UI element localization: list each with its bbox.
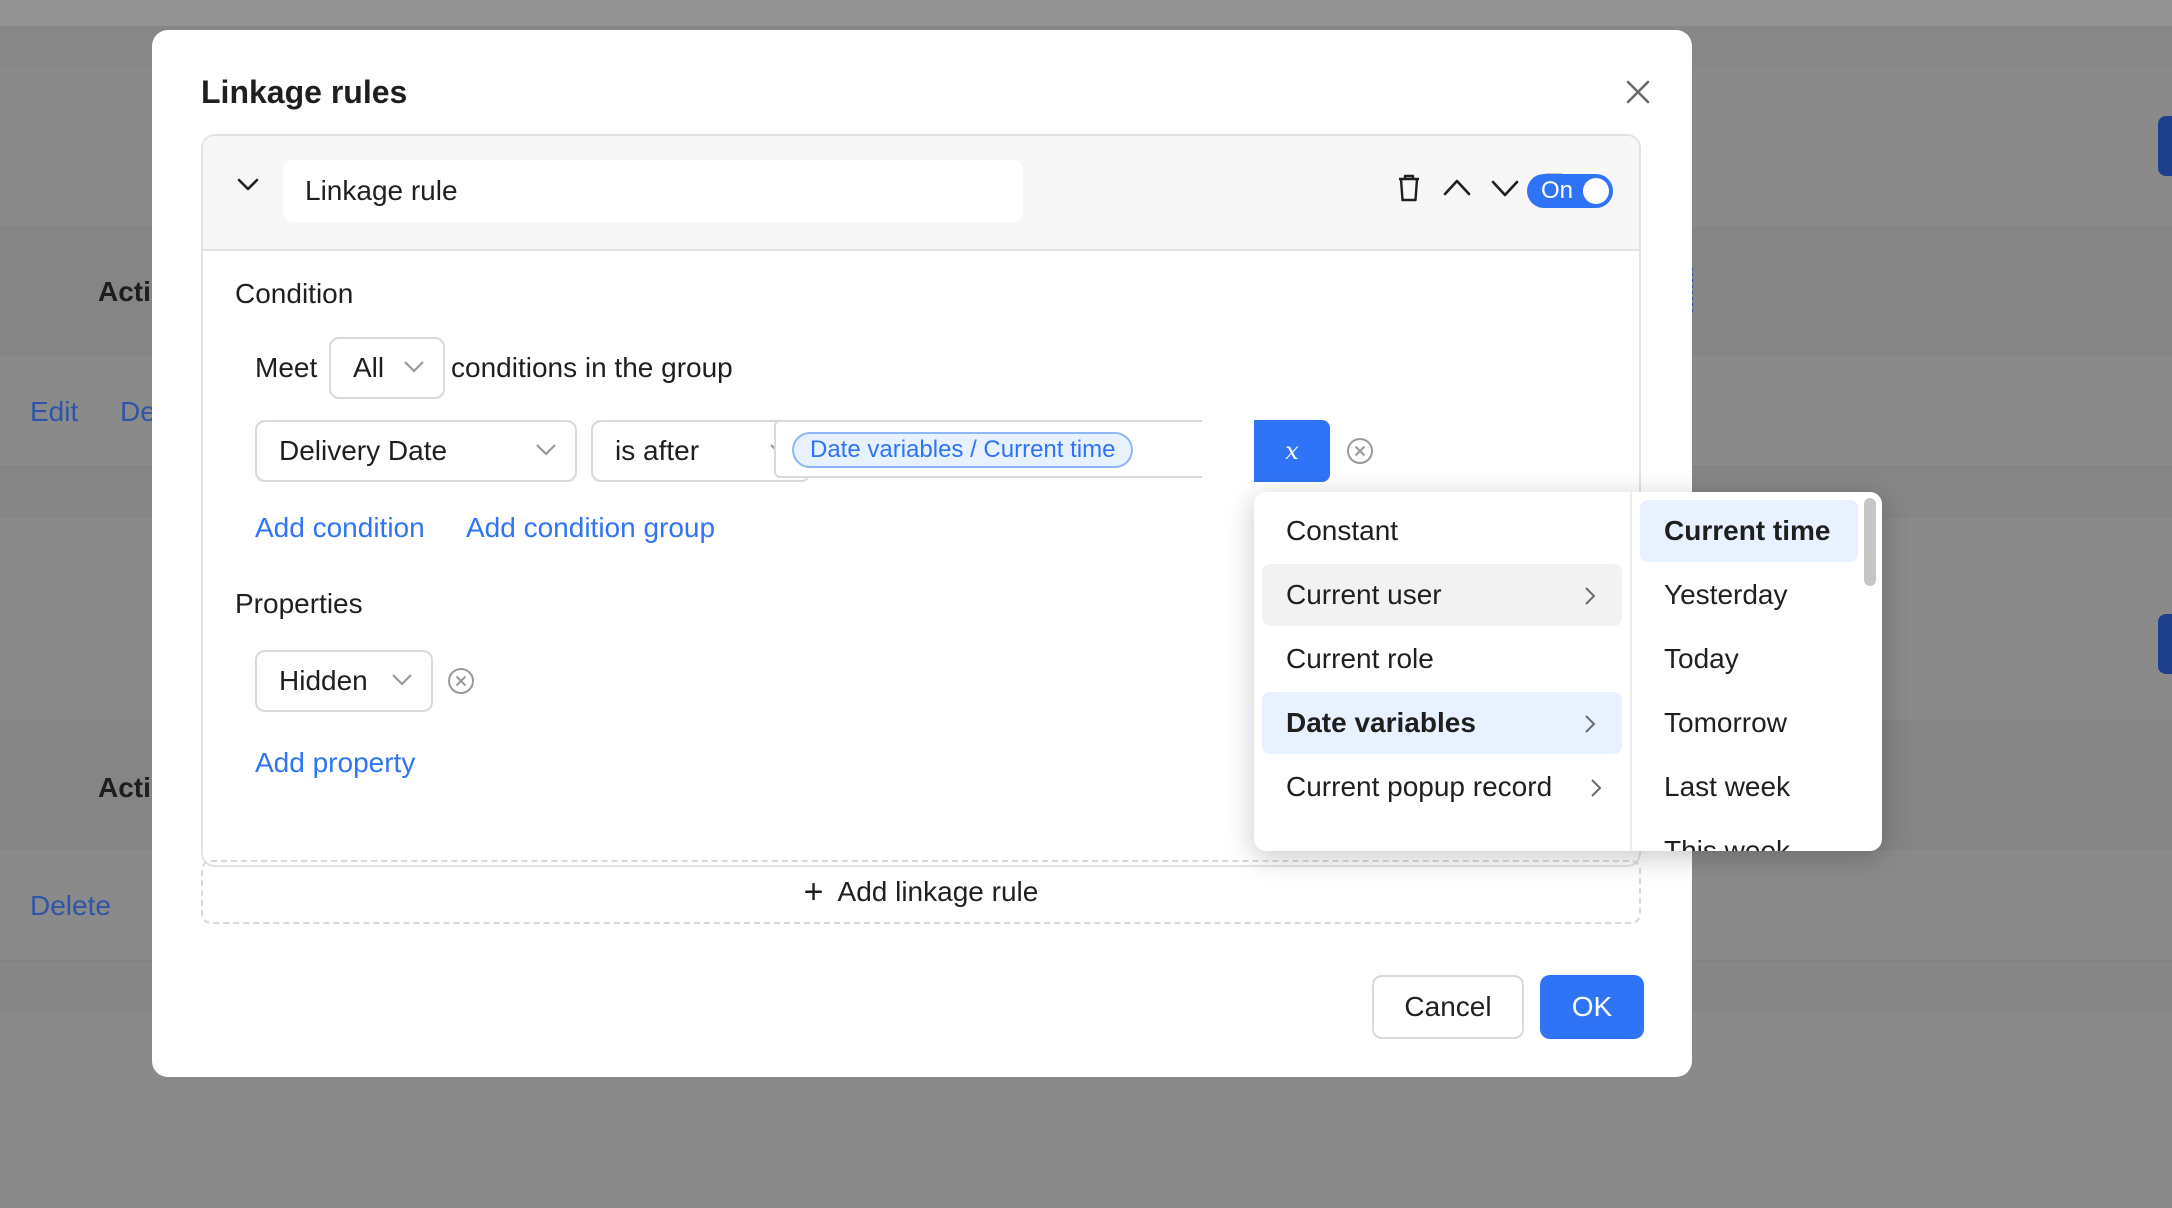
- cascader-column-2: Current time Yesterday Today Tomorrow La…: [1632, 492, 1882, 851]
- add-property-link[interactable]: Add property: [255, 747, 415, 779]
- toggle-knob: [1583, 178, 1609, 204]
- bg-primary-button-2[interactable]: [2158, 614, 2172, 674]
- option-label: Current user: [1286, 579, 1442, 610]
- meet-logic-select[interactable]: All: [329, 337, 445, 399]
- cascader-option-current-user[interactable]: Current user: [1262, 564, 1622, 626]
- operator-value: is after: [615, 435, 700, 466]
- cascader-column-1: Constant Current user Current role Date …: [1254, 492, 1632, 851]
- chevron-right-icon: [1585, 587, 1596, 605]
- bg-section2-header: Acti: [98, 772, 151, 803]
- chevron-down-icon[interactable]: [233, 170, 263, 200]
- condition-label: Condition: [235, 278, 354, 309]
- meet-prefix: Meet: [255, 352, 318, 383]
- chevron-down-icon: [404, 361, 424, 373]
- cascader-option-this-week[interactable]: This week: [1640, 820, 1858, 851]
- properties-label: Properties: [235, 588, 363, 619]
- cascader-option-yesterday[interactable]: Yesterday: [1640, 564, 1858, 626]
- bg-primary-button-1[interactable]: [2158, 116, 2172, 176]
- rule-name-input[interactable]: Linkage rule: [283, 160, 1023, 222]
- chevron-down-icon: [536, 444, 556, 456]
- cascader-option-constant[interactable]: Constant: [1262, 500, 1622, 562]
- add-condition-group-link[interactable]: Add condition group: [466, 512, 715, 544]
- rule-header: Linkage rule On: [203, 136, 1639, 251]
- option-label: Current popup record: [1286, 771, 1553, 802]
- variable-cascader: Constant Current user Current role Date …: [1254, 492, 1882, 851]
- variable-tag[interactable]: Date variables / Current time: [792, 432, 1134, 468]
- plus-icon: +: [803, 873, 824, 911]
- bg-section1-header: Acti: [98, 276, 151, 307]
- toggle-label: On: [1541, 177, 1574, 204]
- chevron-right-icon: [1591, 779, 1602, 797]
- add-condition-link[interactable]: Add condition: [255, 512, 425, 544]
- bg-topbar: [0, 0, 2172, 26]
- option-label: Constant: [1286, 515, 1399, 546]
- bg-delete-link-1[interactable]: De: [120, 396, 156, 428]
- cascader-scrollbar[interactable]: [1864, 498, 1876, 586]
- variable-picker-button[interactable]: x: [1254, 420, 1330, 482]
- meet-suffix: conditions in the group: [451, 352, 733, 383]
- condition-value-input[interactable]: Date variables / Current time: [774, 420, 1202, 478]
- move-down-icon[interactable]: [1487, 170, 1523, 206]
- rule-enabled-toggle[interactable]: On: [1527, 174, 1613, 208]
- delete-icon[interactable]: [1391, 170, 1427, 206]
- field-value: Delivery Date: [279, 435, 448, 466]
- meet-logic-value: All: [353, 352, 385, 383]
- cascader-option-current-time[interactable]: Current time: [1640, 500, 1858, 562]
- option-label: Date variables: [1286, 707, 1476, 738]
- property-select[interactable]: Hidden: [255, 650, 433, 712]
- remove-property-icon[interactable]: [446, 666, 476, 696]
- chevron-right-icon: [1585, 715, 1596, 733]
- remove-condition-icon[interactable]: [1345, 436, 1375, 466]
- option-label: Current role: [1286, 643, 1434, 674]
- field-select[interactable]: Delivery Date: [255, 420, 577, 482]
- ok-button[interactable]: OK: [1540, 975, 1644, 1039]
- add-linkage-rule-label: Add linkage rule: [837, 876, 1039, 907]
- close-icon[interactable]: [1618, 72, 1658, 112]
- move-up-icon[interactable]: [1439, 170, 1475, 206]
- cascader-option-today[interactable]: Today: [1640, 628, 1858, 690]
- cancel-button[interactable]: Cancel: [1372, 975, 1524, 1039]
- bg-delete-link-2[interactable]: Delete: [30, 890, 111, 922]
- property-value: Hidden: [279, 665, 368, 696]
- cascader-option-tomorrow[interactable]: Tomorrow: [1640, 692, 1858, 754]
- modal-title: Linkage rules: [201, 74, 408, 110]
- bg-edit-link[interactable]: Edit: [30, 396, 78, 428]
- cascader-option-current-popup-record[interactable]: Current popup record: [1262, 756, 1622, 818]
- cascader-option-current-role[interactable]: Current role: [1262, 628, 1622, 690]
- chevron-down-icon: [392, 674, 412, 686]
- cascader-option-date-variables[interactable]: Date variables: [1262, 692, 1622, 754]
- add-linkage-rule-button[interactable]: + Add linkage rule: [201, 860, 1641, 924]
- cascader-option-last-week[interactable]: Last week: [1640, 756, 1858, 818]
